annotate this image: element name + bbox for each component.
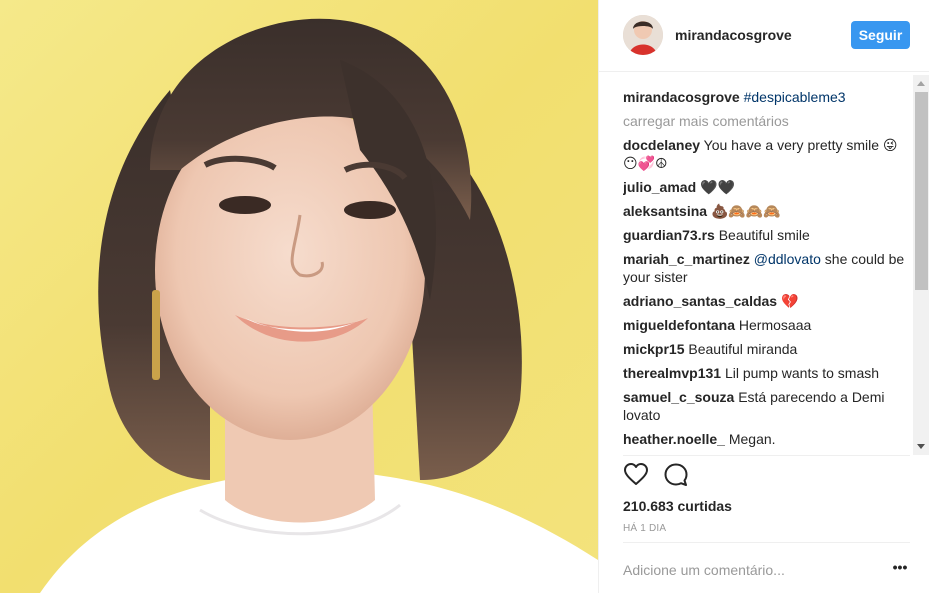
comment-text: Lil pump wants to smash xyxy=(724,365,880,381)
load-more-comments-link[interactable]: carregar mais comentários xyxy=(623,112,905,130)
divider xyxy=(623,542,910,543)
post-header: mirandacosgrove Seguir xyxy=(599,0,929,72)
comment-username[interactable]: mickpr15 xyxy=(623,341,684,357)
list-item: heather.noelle_ Megan. xyxy=(623,430,905,448)
comment-username[interactable]: heather.noelle_ xyxy=(623,431,725,447)
comment-username[interactable]: guardian73.rs xyxy=(623,227,715,243)
comments-scrollbar[interactable] xyxy=(913,75,929,455)
comment-text: 💩🙈🙈🙈 xyxy=(710,203,781,219)
post-photo[interactable] xyxy=(0,0,598,593)
author-username[interactable]: mirandacosgrove xyxy=(675,27,792,43)
post-details-panel: mirandacosgrove Seguir mirandacosgrove #… xyxy=(598,0,929,593)
comment-username[interactable]: migueldefontana xyxy=(623,317,735,333)
avatar-image xyxy=(623,15,663,55)
scroll-up-arrow-icon[interactable] xyxy=(917,81,925,86)
list-item: guardian73.rs Beautiful smile xyxy=(623,226,905,244)
comment-mention[interactable]: @ddlovato xyxy=(754,251,821,267)
more-options-button[interactable]: ••• xyxy=(889,560,911,580)
list-item: samuel_c_souza Está parecendo a Demi lov… xyxy=(623,388,905,424)
comment-username[interactable]: mariah_c_martinez xyxy=(623,251,750,267)
list-item: mariah_c_martinez @ddlovato she could be… xyxy=(623,250,905,286)
comment-text: 🖤🖤 xyxy=(700,179,735,195)
comment-username[interactable]: julio_amad xyxy=(623,179,696,195)
comment-bubble-icon[interactable] xyxy=(663,462,689,488)
heart-icon[interactable] xyxy=(623,462,649,488)
list-item: adriano_santas_caldas 💔 xyxy=(623,292,905,310)
scroll-down-arrow-icon[interactable] xyxy=(917,444,925,449)
scrollbar-thumb[interactable] xyxy=(915,92,928,290)
list-item: docdelaney You have a very pretty smile … xyxy=(623,136,905,172)
post-actions xyxy=(623,462,723,490)
list-item: therealmvp131 Lil pump wants to smash xyxy=(623,364,905,382)
comment-username[interactable]: therealmvp131 xyxy=(623,365,721,381)
list-item: mickpr15 Beautiful miranda xyxy=(623,340,905,358)
comment-text: Beautiful smile xyxy=(718,227,810,243)
comment-text: Hermosaaa xyxy=(738,317,812,333)
list-item: migueldefontana Hermosaaa xyxy=(623,316,905,334)
comment-text: 💔 xyxy=(780,293,799,309)
likes-count[interactable]: 210.683 curtidas xyxy=(623,498,732,514)
comment-username[interactable]: samuel_c_souza xyxy=(623,389,734,405)
comment-username[interactable]: docdelaney xyxy=(623,137,700,153)
caption-hashtag[interactable]: #despicableme3 xyxy=(744,89,846,105)
comment-username[interactable]: aleksantsina xyxy=(623,203,707,219)
comment-text: Megan. xyxy=(728,431,776,447)
portrait-image xyxy=(0,0,598,593)
list-item: aleksantsina 💩🙈🙈🙈 xyxy=(623,202,905,220)
caption: mirandacosgrove #despicableme3 xyxy=(623,88,905,106)
avatar[interactable] xyxy=(623,15,663,55)
comment-username[interactable]: adriano_santas_caldas xyxy=(623,293,777,309)
comments-list: mirandacosgrove #despicableme3 carregar … xyxy=(623,88,905,454)
caption-username[interactable]: mirandacosgrove xyxy=(623,89,740,105)
comment-text: Beautiful miranda xyxy=(688,341,798,357)
add-comment-input[interactable] xyxy=(623,560,873,580)
follow-button[interactable]: Seguir xyxy=(851,21,910,49)
post-timestamp[interactable]: HÁ 1 DIA xyxy=(623,523,666,534)
divider xyxy=(623,455,910,456)
list-item: julio_amad 🖤🖤 xyxy=(623,178,905,196)
